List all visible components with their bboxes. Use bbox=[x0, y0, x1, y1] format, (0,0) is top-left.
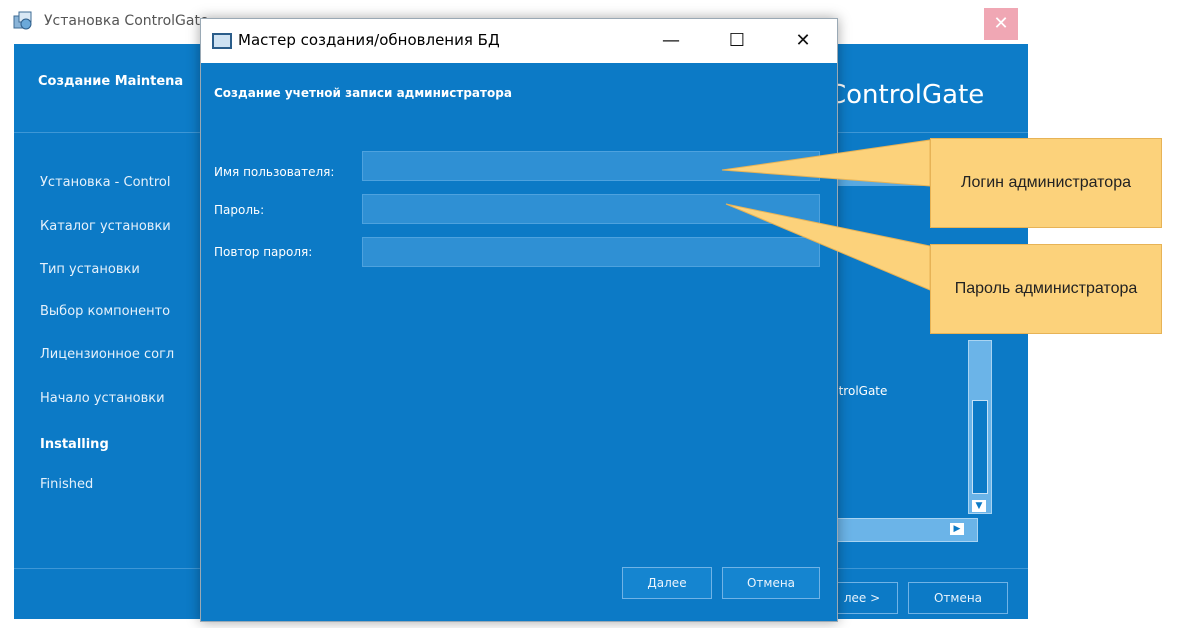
installer-title: Установка ControlGate bbox=[44, 13, 209, 29]
password-input[interactable] bbox=[362, 194, 820, 224]
installer-app-icon bbox=[12, 10, 34, 32]
installer-brand-logo: ControlGate bbox=[828, 80, 985, 110]
close-button[interactable]: ✕ bbox=[780, 24, 826, 58]
password-label: Пароль: bbox=[214, 203, 265, 217]
username-label: Имя пользователя: bbox=[214, 165, 335, 179]
password-repeat-input[interactable] bbox=[362, 237, 820, 267]
password-repeat-label: Повтор пароля: bbox=[214, 245, 313, 259]
minimize-button[interactable]: — bbox=[648, 24, 694, 58]
installer-step-components: Выбор компоненто bbox=[40, 304, 171, 319]
installer-cancel-button[interactable]: Отмена bbox=[908, 582, 1008, 614]
password-callout: Пароль администратора bbox=[930, 244, 1162, 334]
installer-step-finished: Finished bbox=[40, 477, 94, 492]
installer-step-installing: Installing bbox=[40, 437, 109, 452]
installer-page-title: Создание Maintena bbox=[38, 74, 184, 89]
dialog-heading: Создание учетной записи администратора bbox=[214, 86, 512, 100]
window-icon bbox=[212, 33, 232, 49]
dialog-title: Мастер создания/обновления БД bbox=[238, 31, 500, 49]
login-callout: Логин администратора bbox=[930, 138, 1162, 228]
installer-step-welcome: Установка - Control bbox=[40, 175, 171, 190]
installer-scroll-thumb[interactable] bbox=[972, 400, 988, 494]
installer-step-type: Тип установки bbox=[40, 262, 140, 277]
installer-step-license: Лицензионное согл bbox=[40, 347, 175, 362]
scroll-right-icon[interactable]: ▶ bbox=[950, 523, 964, 535]
installer-log-text: ntrolGate bbox=[831, 384, 888, 398]
installer-step-start: Начало установки bbox=[40, 391, 165, 406]
dialog-cancel-button[interactable]: Отмена bbox=[722, 567, 820, 599]
scroll-down-icon[interactable]: ▼ bbox=[972, 500, 986, 512]
maximize-button[interactable]: ☐ bbox=[714, 24, 760, 58]
db-wizard-dialog bbox=[200, 18, 838, 622]
dialog-next-button[interactable]: Далее bbox=[622, 567, 712, 599]
username-input[interactable] bbox=[362, 151, 820, 181]
installer-step-directory: Каталог установки bbox=[40, 219, 171, 234]
installer-close-button[interactable]: ✕ bbox=[984, 8, 1018, 40]
